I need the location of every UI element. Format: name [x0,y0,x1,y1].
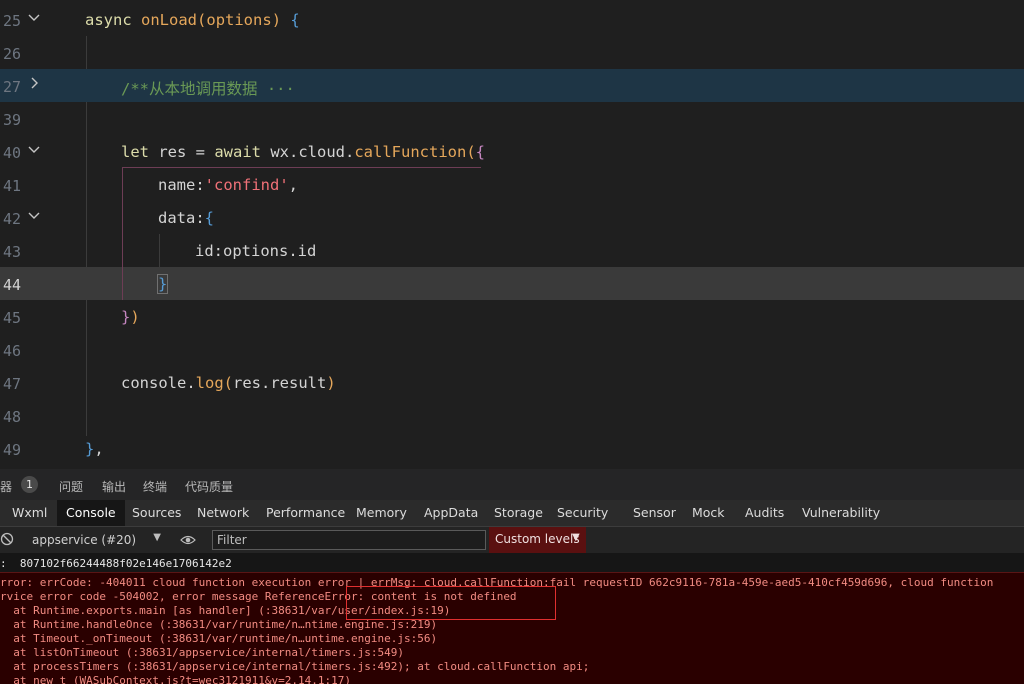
tab-wxml[interactable]: Wxml [12,505,47,520]
tab-appdata[interactable]: AppData [424,505,478,520]
line-number: 42 [2,210,21,228]
devtools-tabs: Wxml Console Sources Network Performance… [0,500,1024,527]
code-line[interactable]: 45 }) [0,300,1024,333]
tab-sensor[interactable]: Sensor [633,505,676,520]
tab-mock[interactable]: Mock [692,505,725,520]
stack-frame[interactable]: at processTimers (:38631/appservice/inte… [0,660,589,673]
fold-chevron-right-icon[interactable] [26,75,42,91]
line-number: 26 [2,45,21,63]
code-editor[interactable]: 25 async onLoad(options) { 26 27 /**从本地调… [0,0,1024,469]
line-number: 47 [2,375,21,393]
fold-chevron-down-icon[interactable] [26,141,42,157]
line-number: 25 [2,12,21,30]
custom-levels-label: Custom levels [495,532,580,546]
tab-security[interactable]: Security [557,505,608,520]
tab-terminal[interactable]: 终端 [143,478,167,495]
code-line[interactable]: 49 }, [0,432,1024,465]
stack-frame[interactable]: at Timeout._onTimeout (:38631/var/runtim… [0,632,437,645]
code-line[interactable]: 39 [0,102,1024,135]
line-number: 27 [2,78,21,96]
context-select[interactable]: appservice (#20) ▼ [28,530,164,550]
line-number: 45 [2,309,21,327]
line-number: 46 [2,342,21,360]
error-count-badge: 1 [21,476,38,493]
context-select-value: appservice (#20) [32,533,137,547]
code-line[interactable]: 25 async onLoad(options) { [0,3,1024,36]
code-line[interactable]: 47 console.log(res.result) [0,366,1024,399]
code-line[interactable]: 48 [0,399,1024,432]
line-number: 49 [2,441,21,459]
eye-icon[interactable] [180,533,196,547]
line-number: 48 [2,408,21,426]
code-text: }) [121,308,140,326]
bracket-match-outline [122,167,481,300]
tab-network[interactable]: Network [197,505,249,520]
tab-performance[interactable]: Performance [266,505,345,520]
fold-chevron-down-icon[interactable] [26,9,42,25]
tab-sources[interactable]: Sources [132,505,181,520]
tab-code-quality[interactable]: 代码质量 [185,478,233,495]
stack-frame[interactable]: at new t (WASubContext.js?t=wec3121911&v… [0,674,351,684]
folded-comment: /**从本地调用数据 ··· [121,80,295,98]
bottom-panel-tabs: 器 1 问题 输出 终端 代码质量 [0,469,1024,500]
code-text: }, [85,440,104,458]
tab-problems[interactable]: 问题 [59,478,83,495]
dropdown-arrow-icon: ▼ [572,532,580,543]
line-number: 40 [2,144,21,162]
dropdown-arrow-icon: ▼ [153,532,161,543]
tab-output[interactable]: 输出 [102,478,126,495]
highlight-annotation-box [346,586,556,620]
tab-storage[interactable]: Storage [494,505,543,520]
fold-chevron-down-icon[interactable] [26,207,42,223]
code-line-folded[interactable]: 27 /**从本地调用数据 ··· [0,69,1024,102]
console-toolbar: appservice (#20) ▼ Custom levels ▼ [0,527,1024,553]
line-number: 43 [2,243,21,261]
line-number: 41 [2,177,21,195]
line-number: 44 [2,276,21,294]
code-line[interactable]: 26 [0,36,1024,69]
code-text: console.log(res.result) [121,374,336,392]
custom-levels-dropdown[interactable]: Custom levels ▼ [489,527,586,553]
line-number: 39 [2,111,21,129]
code-text: let res = await wx.cloud.callFunction({ [121,143,485,161]
tab-audits[interactable]: Audits [745,505,784,520]
code-text: async onLoad(options) { [85,11,300,29]
tab-memory[interactable]: Memory [356,505,407,520]
console-log-line: : 807102f66244488f02e146e1706142e2 [0,557,232,570]
code-line[interactable]: 40 let res = await wx.cloud.callFunction… [0,135,1024,168]
tab-vulnerability[interactable]: Vulnerability [802,505,880,520]
tab-console[interactable]: Console [57,500,125,526]
tab-debugger[interactable]: 器 [0,478,12,495]
filter-input[interactable] [212,530,486,550]
clear-console-icon[interactable] [0,532,14,546]
code-line[interactable]: 46 [0,333,1024,366]
stack-frame[interactable]: at listOnTimeout (:38631/appservice/inte… [0,646,404,659]
